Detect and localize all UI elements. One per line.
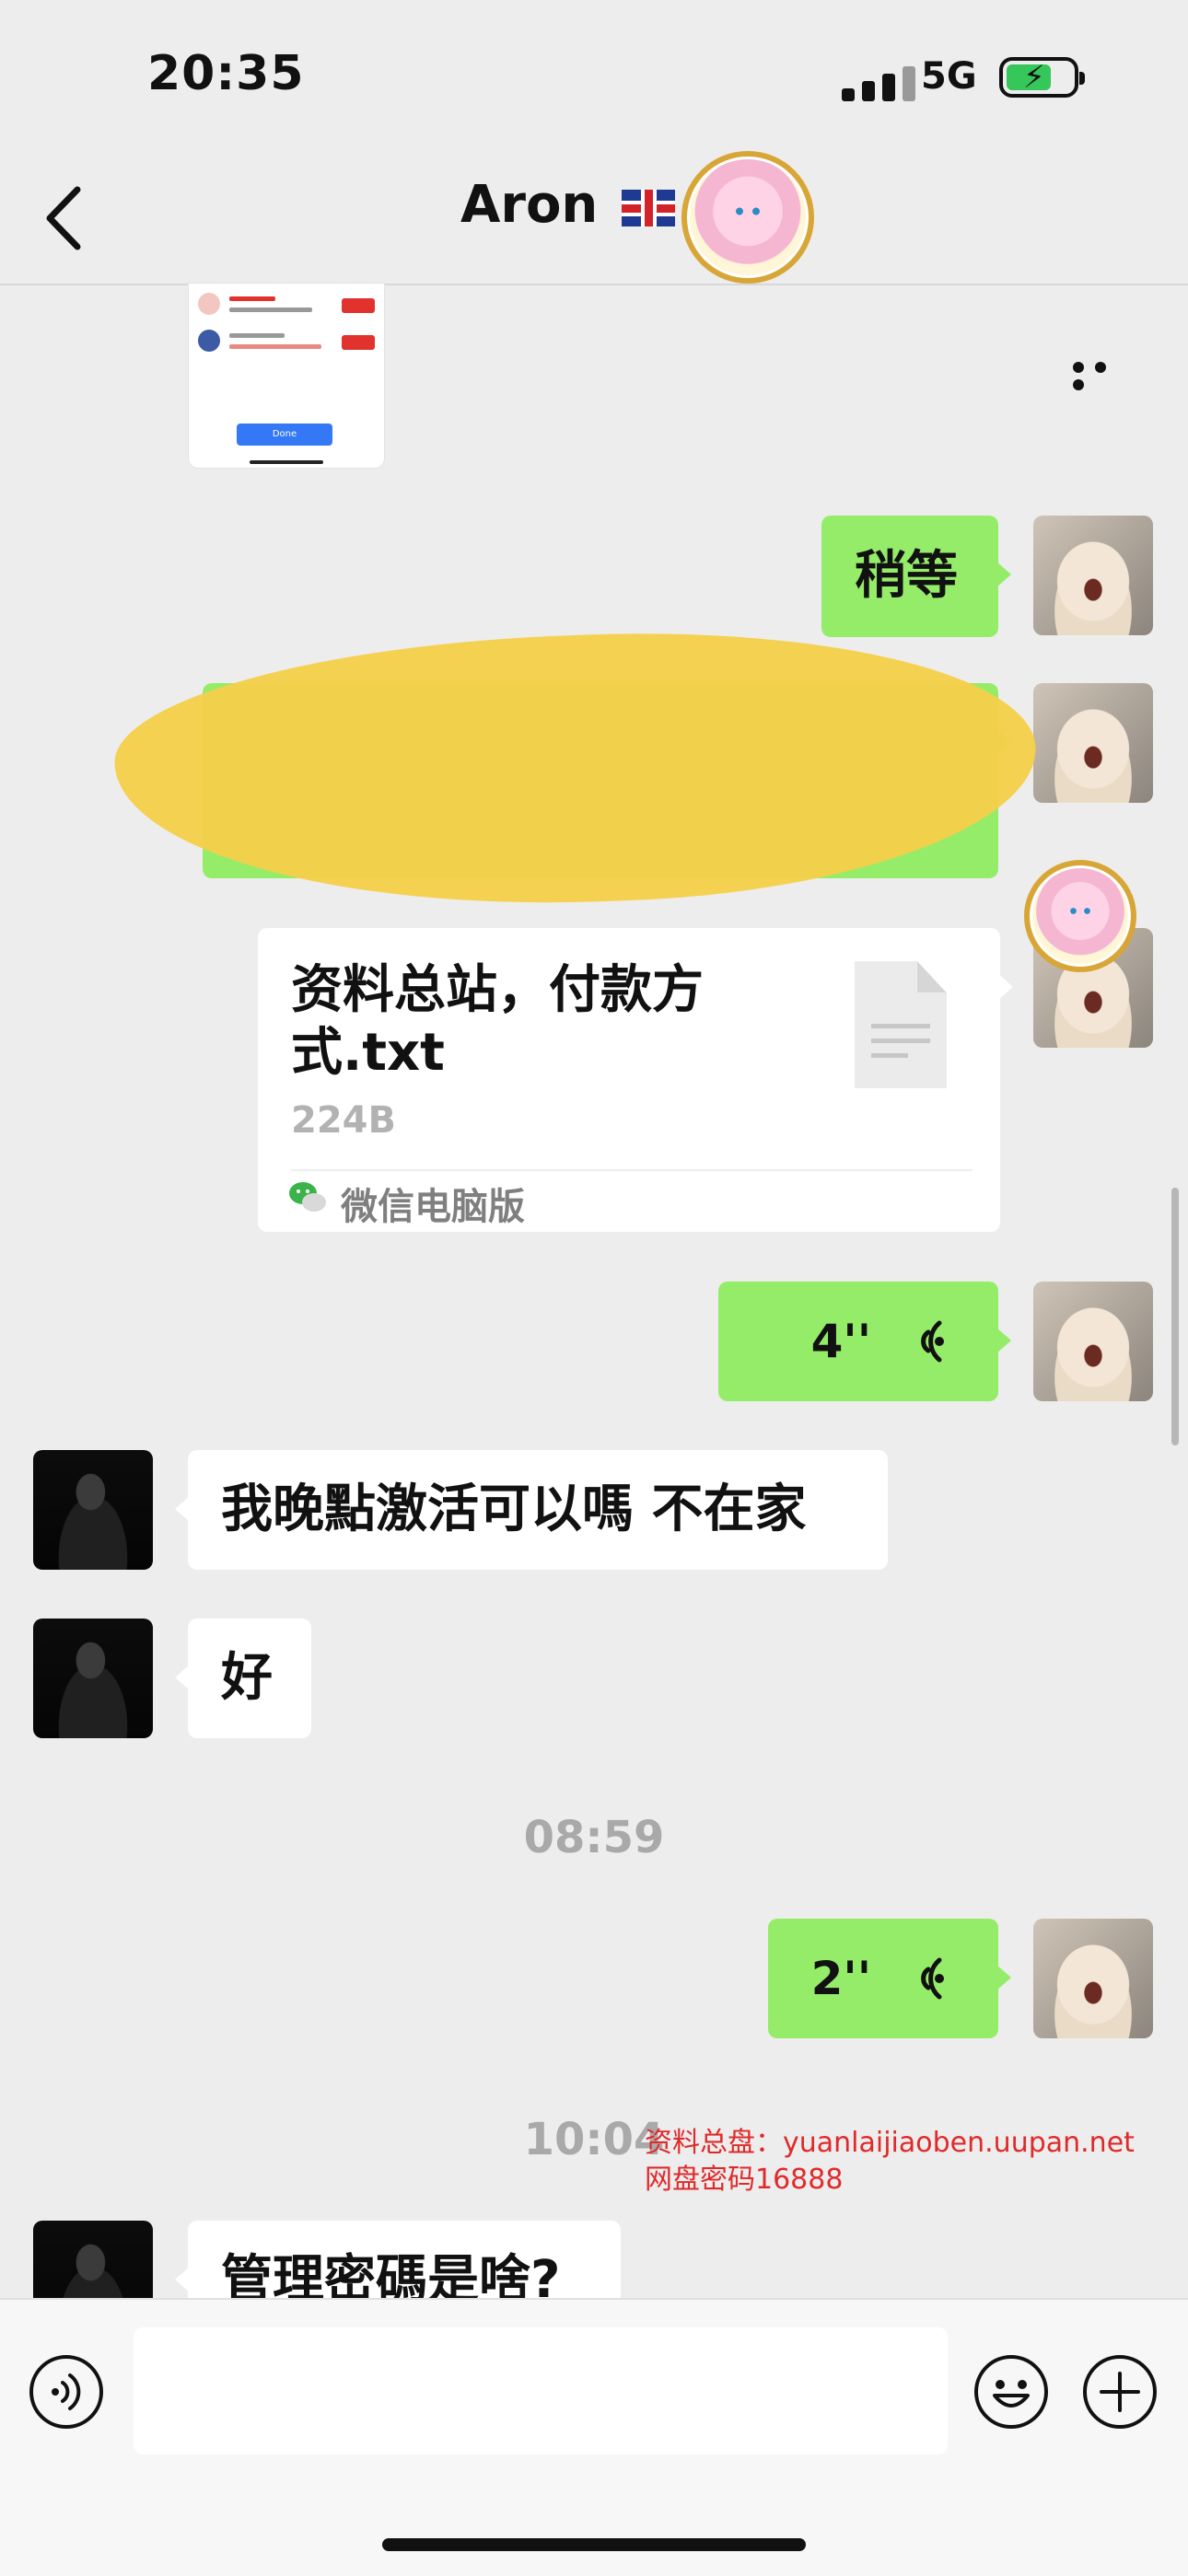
my-avatar[interactable]	[1033, 683, 1153, 803]
thumbnail-done-button: Done	[237, 424, 332, 446]
outgoing-text-message[interactable]: 稍等	[821, 516, 1011, 637]
emoji-icon[interactable]	[973, 2353, 1050, 2431]
scrollbar[interactable]	[1171, 1188, 1179, 1445]
sticker-badge-icon	[1024, 860, 1136, 972]
file-size: 224B	[291, 1099, 396, 1142]
my-avatar[interactable]	[1033, 1282, 1153, 1401]
file-name: 资料总站，付款方式.txt	[291, 960, 704, 1083]
message-text: 稍等	[855, 546, 958, 606]
outgoing-voice-message[interactable]: 2''	[768, 1919, 1011, 2038]
file-source-label: 微信电脑版	[341, 1186, 525, 1228]
voice-wave-icon	[921, 1320, 944, 1363]
home-indicator[interactable]	[382, 2538, 806, 2551]
incoming-text-message[interactable]: 好	[175, 1619, 311, 1738]
divider	[291, 1169, 973, 1171]
back-arrow-icon[interactable]	[37, 177, 92, 260]
my-avatar[interactable]	[1033, 1919, 1153, 2038]
add-attachment-icon[interactable]	[1081, 2353, 1159, 2431]
voice-input-toggle-icon[interactable]	[28, 2353, 105, 2431]
contact-avatar[interactable]	[33, 1619, 153, 1738]
wechat-logo-icon	[289, 1182, 326, 1212]
battery-charging-icon: ⚡	[999, 57, 1085, 98]
voice-duration: 2''	[810, 1952, 871, 2005]
message-input[interactable]	[134, 2327, 948, 2454]
contact-avatar[interactable]	[33, 1450, 153, 1570]
uk-flag-icon	[621, 189, 675, 226]
image-message-thumbnail[interactable]: Done	[189, 284, 384, 468]
document-file-icon	[855, 961, 947, 1088]
network-type: 5G	[921, 55, 977, 98]
my-avatar[interactable]	[1033, 516, 1153, 635]
watermark-text: 资料总盘：yuanlaijiaoben.uupan.net 网盘密码16888	[645, 2125, 1135, 2199]
voice-duration: 4''	[810, 1315, 871, 1368]
incoming-text-message[interactable]: 我晚點激活可以嗎 不在家	[175, 1450, 888, 1570]
more-options-icon[interactable]	[1073, 359, 1137, 390]
watermark-line-2: 网盘密码16888	[645, 2164, 844, 2196]
sticker-badge-icon	[681, 151, 814, 284]
status-time: 20:35	[147, 46, 305, 101]
contact-name: Aron	[460, 175, 599, 235]
message-text: 好	[221, 1648, 273, 1708]
outgoing-voice-message[interactable]: 4''	[718, 1282, 1011, 1401]
file-message-card[interactable]: 资料总站，付款方式.txt 224B 微信电脑版	[258, 928, 1013, 1232]
message-text: 我晚點激活可以嗎 不在家	[221, 1479, 807, 1539]
message-timestamp: 08:59	[523, 1812, 665, 1863]
voice-wave-icon	[921, 1957, 944, 2000]
watermark-line-1: 资料总盘：yuanlaijiaoben.uupan.net	[645, 2127, 1135, 2159]
